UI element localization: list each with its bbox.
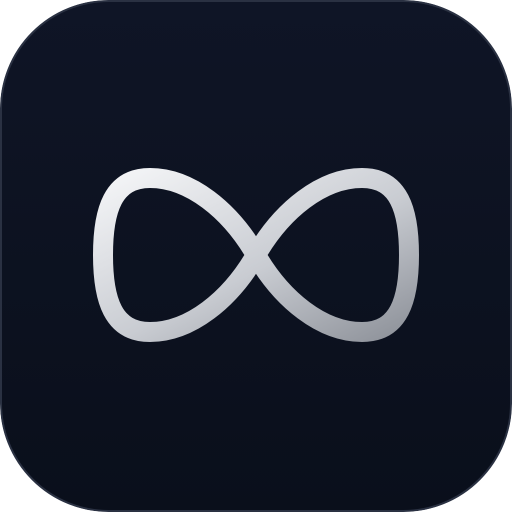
app-icon[interactable] xyxy=(0,0,512,512)
app-icon-artwork xyxy=(0,0,512,512)
